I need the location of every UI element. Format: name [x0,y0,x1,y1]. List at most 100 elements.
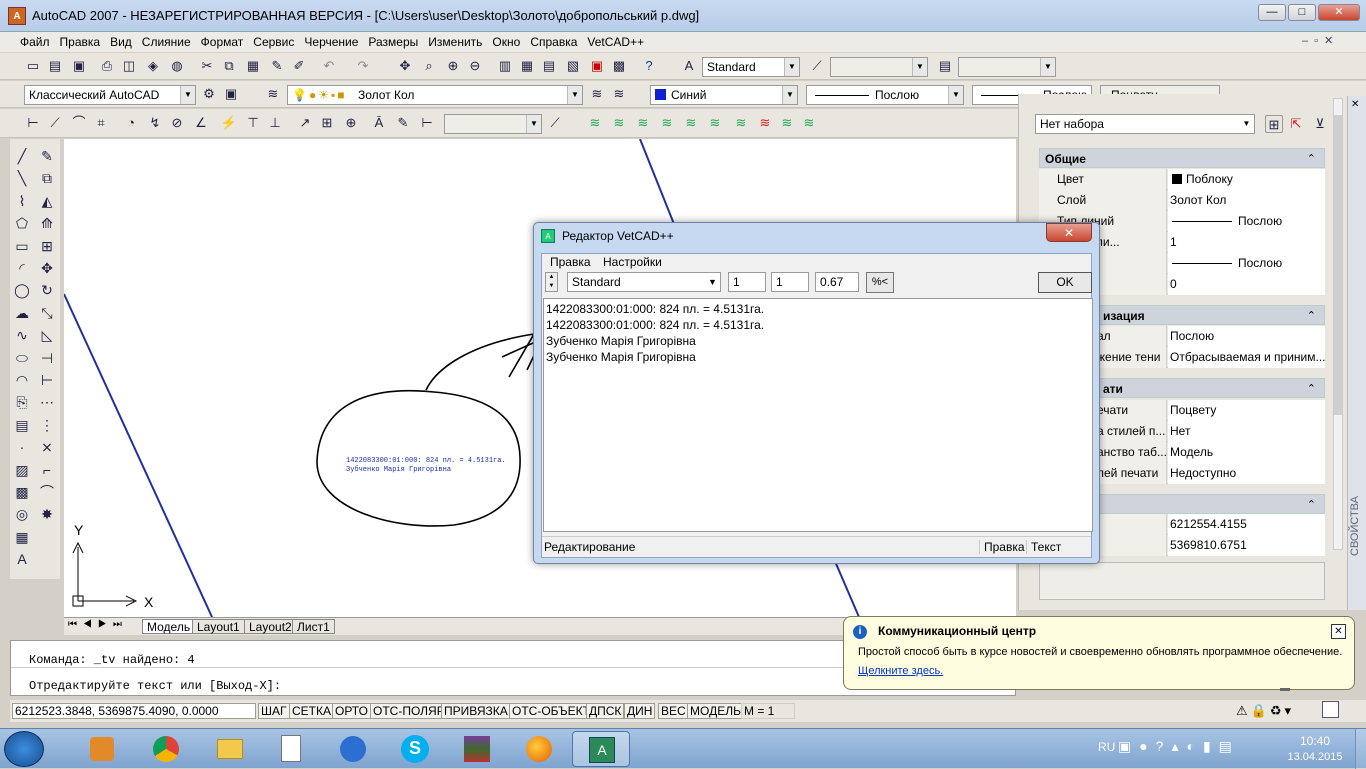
start-button-icon[interactable] [4,731,44,767]
workspace-save-icon[interactable]: ▣ [222,85,240,103]
menu-view[interactable]: Вид [105,32,137,51]
redo-icon[interactable]: ↷ [354,57,372,75]
zoom-previous-icon[interactable]: ⊖ [466,57,484,75]
prop-value[interactable]: Отбрасываемая и приним... [1168,347,1325,368]
layer-select[interactable]: 💡●☀▪■ Золот Кол ▼ [287,85,583,105]
editor-factor-input[interactable]: 0.67 [815,272,859,292]
save-icon[interactable]: ▣ [70,57,88,75]
quick-select-icon[interactable]: ⊞ [1265,115,1283,133]
explode-icon[interactable]: ✸ [38,505,56,523]
chamfer-icon[interactable]: ⌐ [38,461,56,479]
xline-icon[interactable]: ╲ [13,169,31,187]
layer-previous-icon[interactable]: ≋ [610,85,628,103]
editor-height-input[interactable]: 1 [728,272,766,292]
scrollbar-thumb[interactable] [1334,115,1342,415]
tab-layout2[interactable]: Layout2 [244,619,297,634]
scale-icon[interactable]: ⤡ [38,304,56,322]
vetcad-tool-4-icon[interactable]: ≋ [658,114,676,132]
vetcad-tool-8-icon[interactable]: ≋ [756,114,774,132]
menu-modify[interactable]: Изменить [423,32,487,51]
preview-icon[interactable]: ◫ [120,57,138,75]
taskbar-chrome[interactable] [136,731,194,767]
polygon-icon[interactable]: ⬠ [13,214,31,232]
taskbar-firefox[interactable] [510,731,568,767]
insert-icon[interactable]: ⎘ [13,393,31,411]
make-current-layer-icon[interactable]: ≋ [588,85,606,103]
prop-value[interactable]: Послою [1168,211,1325,232]
balloon-close-button[interactable]: ✕ [1331,624,1346,639]
tool-palettes-icon[interactable]: ▤ [540,57,558,75]
dim-continue-icon[interactable]: ⊥ [266,114,284,132]
vetcad-tool-1-icon[interactable]: ≋ [586,114,604,132]
taskbar-winrar[interactable] [448,731,506,767]
join-icon[interactable]: ⨯ [38,438,56,456]
prop-value[interactable]: Послою [1168,253,1325,274]
matchprop-icon[interactable]: ✎ [268,57,286,75]
linetype-select[interactable]: Послою ▼ [806,85,964,105]
taskbar-document[interactable] [262,731,320,767]
revcloud-icon[interactable]: ☁ [13,304,31,322]
tab-model[interactable]: Модель [142,619,196,634]
polar-toggle[interactable]: ОТС-ПОЛЯР [370,703,448,719]
menu-merge[interactable]: Слияние [137,32,196,51]
rectangle-icon[interactable]: ▭ [13,237,31,255]
mtext-icon[interactable]: A [13,550,31,568]
balloon-link[interactable]: Щелкните здесь. [858,665,943,677]
close-icon[interactable]: ✕ [1351,99,1359,110]
block-editor-icon[interactable]: ✐ [290,57,308,75]
collapse-icon[interactable]: ⌃ [1307,306,1316,326]
dim-style-select[interactable]: ▼ [830,57,928,77]
tray-status-icons[interactable]: ⚠🔒♻▾ [1236,703,1294,719]
dim-style-icon[interactable]: ⟋ [808,57,826,75]
dim-linear-icon[interactable]: ⊢ [24,114,42,132]
offset-icon[interactable]: ⟰ [38,214,56,232]
menu-dimension[interactable]: Размеры [363,32,423,51]
taskbar-explorer[interactable] [200,731,258,767]
break-at-point-icon[interactable]: ⋯ [38,393,56,411]
dim-baseline-icon[interactable]: ⊤ [244,114,262,132]
workspace-select[interactable]: Классический AutoCAD ▼ [24,85,196,105]
copy-icon[interactable]: ⧉ [38,169,56,187]
copy-icon[interactable]: ⧉ [220,57,238,75]
dim-edit-icon[interactable]: Ā [370,114,388,132]
vetcad-tool-5-icon[interactable]: ≋ [682,114,700,132]
zoom-window-icon[interactable]: ⊕ [444,57,462,75]
ellipse-icon[interactable]: ⬭ [13,349,31,367]
move-icon[interactable]: ✥ [38,259,56,277]
trim-icon[interactable]: ⊣ [38,349,56,367]
menu-tools[interactable]: Сервис [248,32,299,51]
dim-text-edit-icon[interactable]: ✎ [394,114,412,132]
editor-style-select[interactable]: Standard ▼ [567,272,721,292]
tray-language[interactable]: RU [1098,740,1115,754]
erase-icon[interactable]: ✎ [38,147,56,165]
markup-icon[interactable]: ▣ [588,57,606,75]
editor-text-area[interactable]: 1422083300:01:000: 824 пл. = 4.5131га. 1… [543,298,1093,532]
osnap-toggle[interactable]: ПРИВЯЗКА [441,703,511,719]
line-icon[interactable]: ╱ [13,147,31,165]
tray-time[interactable]: 10:40 [1290,734,1340,748]
editor-ok-button[interactable]: OK [1038,272,1092,293]
prop-value[interactable]: 0 [1168,274,1325,295]
prop-value[interactable]: Послою [1168,326,1325,347]
snap-toggle[interactable]: ШАГ [258,703,290,719]
vetcad-tool-9-icon[interactable]: ≋ [778,114,796,132]
undo-icon[interactable]: ↶ [320,57,338,75]
coordinates-display[interactable]: 6212523.3848, 5369875.4090, 0.0000 [12,703,256,719]
qleader-icon[interactable]: ↗ [296,114,314,132]
otrack-toggle[interactable]: ОТС-ОБЪЕКТ [509,703,593,719]
maximize-button[interactable]: □ [1288,4,1316,21]
lwt-toggle[interactable]: ВЕС [658,703,689,719]
cut-icon[interactable]: ✂ [198,57,216,75]
gradient-icon[interactable]: ▩ [13,483,31,501]
taskbar-autocad[interactable]: A [572,731,630,767]
communication-center-balloon[interactable]: i Коммуникационный центр ✕ Простой спосо… [843,616,1355,694]
dim-aligned-icon[interactable]: ⟋ [46,114,64,132]
tray-icons[interactable]: ▣●?▴◐▮▤ [1118,738,1240,755]
prop-value[interactable]: Недоступно [1168,463,1325,484]
tab-scroll-arrows-icon[interactable]: ⏮◀▶⏭ [68,619,128,630]
zoom-realtime-icon[interactable]: ⌕ [420,57,438,75]
color-select[interactable]: Синий ▼ [650,85,798,105]
grid-toggle[interactable]: СЕТКА [289,703,334,719]
pickadd-icon[interactable]: ⊻ [1311,115,1329,133]
close-button[interactable]: ✕ [1318,4,1360,21]
